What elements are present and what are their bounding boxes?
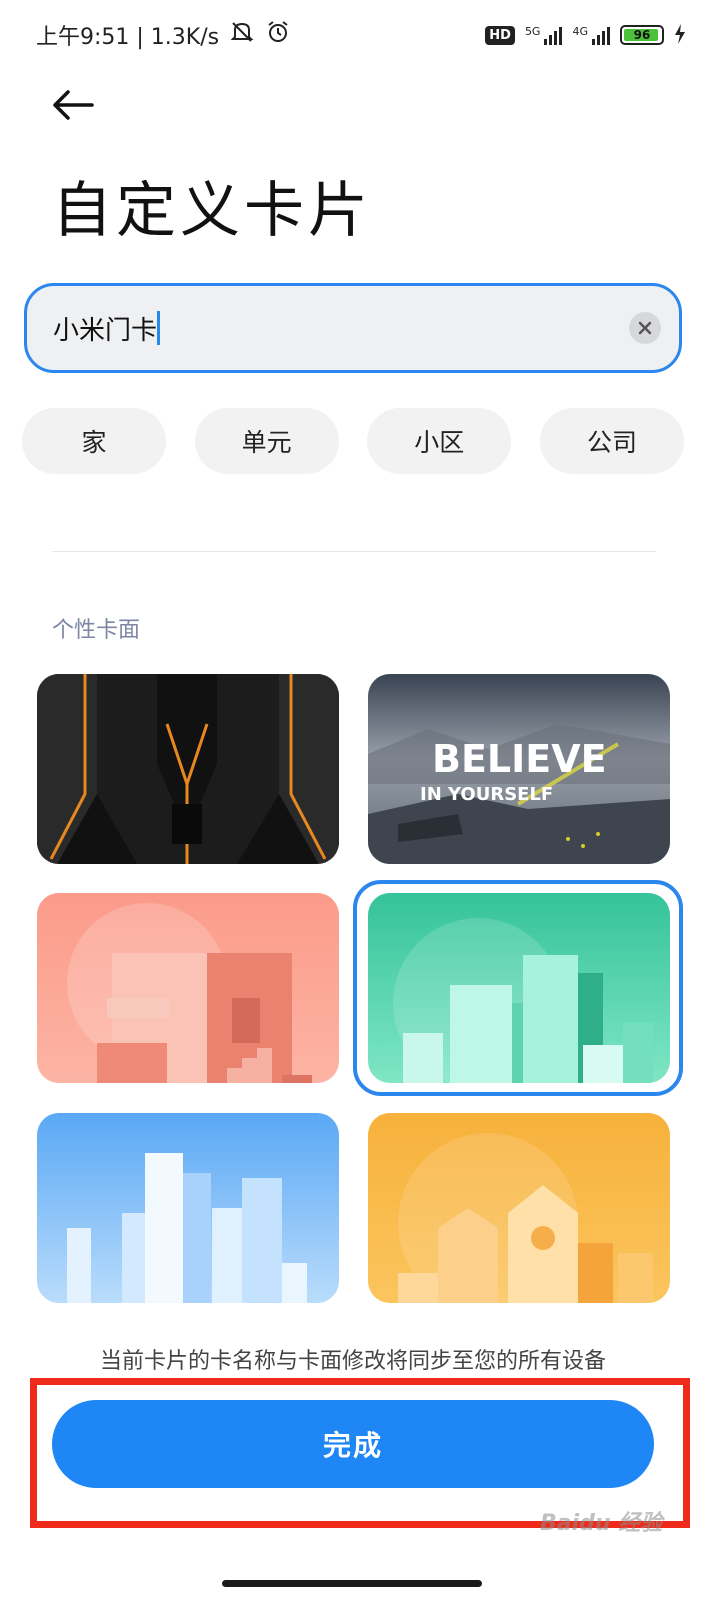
card-face-orange-houses[interactable] bbox=[368, 1113, 670, 1303]
card-teal-art bbox=[368, 893, 670, 1083]
card-face-coral-building[interactable] bbox=[37, 893, 339, 1083]
in-yourself-text: IN YOURSELF bbox=[420, 784, 553, 805]
mute-icon bbox=[229, 19, 255, 51]
status-time: 上午9:51 | 1.3K/s bbox=[36, 25, 220, 50]
status-left: 上午9:51 | 1.3K/s bbox=[36, 19, 291, 51]
quick-name-chips: 家 单元 小区 公司 bbox=[22, 408, 684, 474]
card-orange-art bbox=[368, 1113, 670, 1303]
card-dark-m-art bbox=[37, 674, 339, 864]
home-indicator[interactable] bbox=[222, 1580, 482, 1587]
chip-home[interactable]: 家 bbox=[22, 408, 166, 474]
card-face-dark-m[interactable] bbox=[37, 674, 339, 864]
chip-community[interactable]: 小区 bbox=[367, 408, 512, 474]
divider bbox=[52, 551, 656, 552]
signal-5g-icon: 5G bbox=[525, 25, 563, 45]
card-face-section-label: 个性卡面 bbox=[52, 618, 141, 643]
battery-level: 96 bbox=[633, 28, 651, 42]
alarm-icon bbox=[265, 19, 291, 51]
hd-voice-badge: HD bbox=[485, 25, 515, 45]
signal-4g-icon: 4G bbox=[572, 25, 610, 45]
card-coral-art bbox=[37, 893, 339, 1083]
charging-icon bbox=[674, 23, 686, 47]
done-button[interactable]: 完成 bbox=[52, 1400, 654, 1488]
card-name-field[interactable]: 小米门卡 bbox=[24, 283, 682, 373]
back-button[interactable] bbox=[48, 80, 98, 130]
card-face-blue-skyline[interactable] bbox=[37, 1113, 339, 1303]
sync-note: 当前卡片的卡名称与卡面修改将同步至您的所有设备 bbox=[99, 1349, 606, 1374]
status-bar: 上午9:51 | 1.3K/s HD 5G 4G 96 bbox=[0, 0, 720, 70]
believe-text: BELIEVE bbox=[432, 737, 607, 781]
back-arrow-icon bbox=[53, 90, 94, 120]
chip-company[interactable]: 公司 bbox=[539, 408, 684, 474]
battery-icon: 96 bbox=[620, 25, 664, 45]
clear-input-button[interactable] bbox=[629, 312, 661, 344]
status-right: HD 5G 4G 96 bbox=[485, 23, 686, 47]
card-face-teal-city[interactable] bbox=[368, 893, 670, 1083]
card-blue-art bbox=[37, 1113, 339, 1303]
chip-unit[interactable]: 单元 bbox=[194, 408, 339, 474]
custom-card-page: 上午9:51 | 1.3K/s HD 5G 4G 96 自定义卡片 小米门卡 家… bbox=[0, 0, 720, 1600]
signal-4g-label: 4G bbox=[572, 25, 588, 38]
baidu-watermark: Baidu 经验 bbox=[540, 1511, 663, 1536]
card-name-input[interactable]: 小米门卡 bbox=[53, 310, 157, 347]
card-believe-art: BELIEVE IN YOURSELF bbox=[368, 674, 670, 864]
card-face-believe[interactable]: BELIEVE IN YOURSELF bbox=[368, 674, 670, 864]
signal-5g-label: 5G bbox=[524, 25, 541, 38]
page-title: 自定义卡片 bbox=[52, 176, 372, 246]
text-caret bbox=[157, 311, 161, 345]
close-icon bbox=[638, 321, 652, 335]
